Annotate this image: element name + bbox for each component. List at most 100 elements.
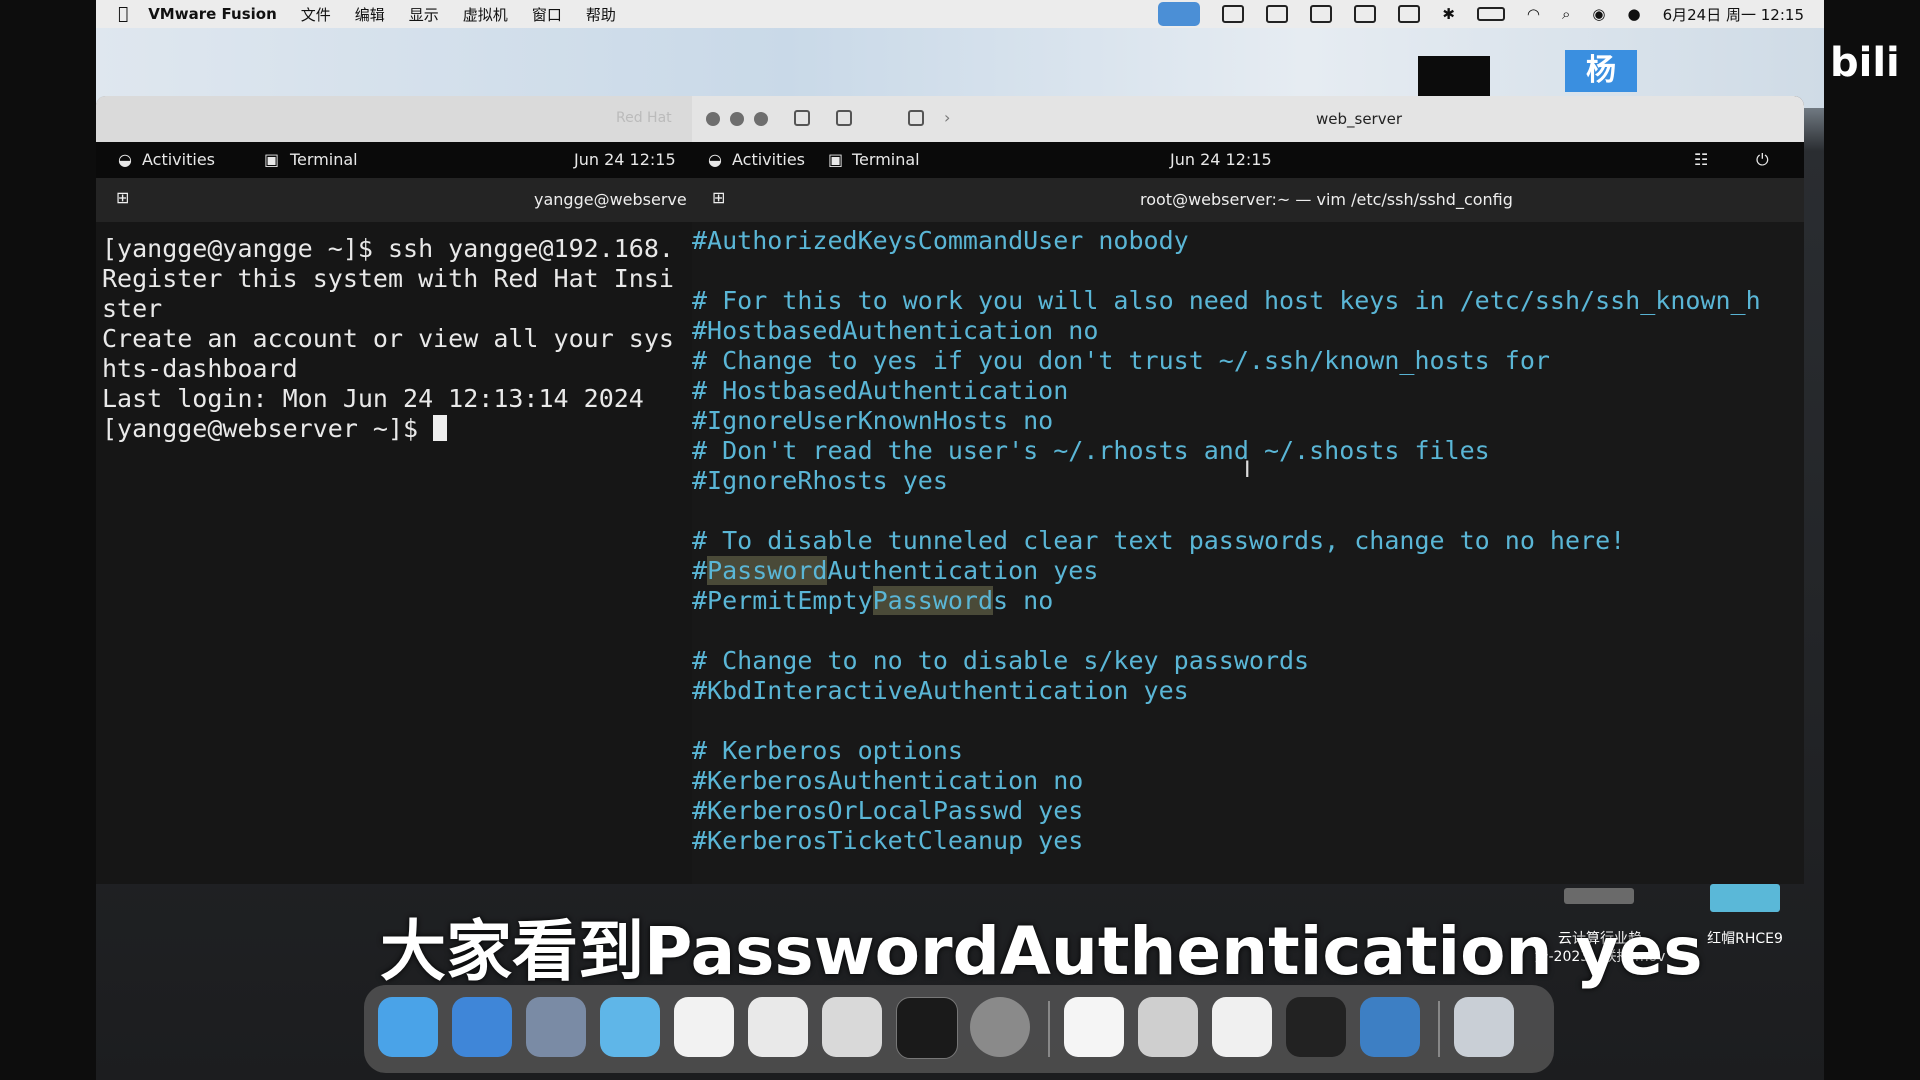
- folder-icon[interactable]: [822, 997, 882, 1057]
- terminal-line: Register this system with Red Hat Insi: [102, 264, 674, 293]
- app-menu[interactable]: VMware Fusion: [148, 5, 277, 23]
- status-area: ✱ ◠ ⌕ ◉ ● 6月24日 周一 12:15: [1158, 0, 1804, 28]
- wps-status-icon[interactable]: [1310, 5, 1333, 23]
- activities-button[interactable]: Activities: [142, 150, 215, 169]
- vim-text: s no: [993, 586, 1054, 615]
- gnome-clock[interactable]: Jun 24 12:15: [1170, 150, 1272, 169]
- terminal-app-label[interactable]: Terminal: [290, 150, 358, 169]
- siri-icon[interactable]: ●: [1628, 5, 1641, 23]
- vmware-status-icon[interactable]: [1266, 5, 1289, 23]
- network-icon[interactable]: ☷: [1694, 150, 1708, 169]
- screenshot-icon[interactable]: [970, 997, 1030, 1057]
- menu-vm[interactable]: 虚拟机: [463, 4, 508, 25]
- launchpad-icon[interactable]: [526, 997, 586, 1057]
- wps-icon[interactable]: [1212, 997, 1272, 1057]
- bluetooth-icon[interactable]: ✱: [1442, 5, 1455, 23]
- menu-view[interactable]: 显示: [409, 4, 439, 25]
- new-tab-icon[interactable]: ⊞: [712, 188, 725, 207]
- menubar-clock[interactable]: 6月24日 周一 12:15: [1663, 4, 1804, 25]
- video-thumbnail[interactable]: [1564, 888, 1634, 904]
- right-gnome-topbar: ◒ Activities ▣ Terminal Jun 24 12:15 ☷ ⏻: [692, 142, 1804, 178]
- vim-editor[interactable]: #AuthorizedKeysCommandUser nobody # For …: [692, 222, 1804, 884]
- vim-line: # HostbasedAuthentication: [692, 376, 1069, 405]
- battery-icon[interactable]: [1476, 7, 1505, 21]
- left-gnome-topbar: ◒ Activities ▣ Terminal Jun 24 12:15: [96, 142, 692, 178]
- letterbox-left: [0, 0, 96, 1080]
- terminal-line: hts-dashboard: [102, 354, 298, 383]
- close-button[interactable]: [706, 112, 720, 126]
- terminal-app-icon: ▣: [264, 150, 280, 169]
- preview-icon[interactable]: [600, 997, 660, 1057]
- terminal-app-icon: ▣: [828, 150, 844, 169]
- terminal-line: Create an account or view all your sys: [102, 324, 674, 353]
- vm-tab-name[interactable]: Red Hat: [616, 110, 672, 126]
- vim-text: #: [692, 556, 708, 585]
- dock-separator: [1438, 1001, 1440, 1057]
- mac-dock: [364, 985, 1554, 1073]
- channel-badge: 杨: [1565, 50, 1637, 92]
- screen-share-icon[interactable]: [1158, 2, 1201, 26]
- left-terminal[interactable]: [yangge@yangge ~]$ ssh yangge@192.168. R…: [96, 222, 692, 884]
- wifi-icon[interactable]: ◠: [1527, 5, 1540, 23]
- minimize-button[interactable]: [730, 112, 744, 126]
- video-subtitle: 大家看到PasswordAuthentication yes: [380, 913, 1703, 990]
- chatbot-icon[interactable]: [1286, 997, 1346, 1057]
- vim-line: #KerberosOrLocalPasswd yes: [692, 796, 1084, 825]
- finder-icon[interactable]: [378, 997, 438, 1057]
- terminal-icon[interactable]: [896, 997, 958, 1059]
- pdf-icon[interactable]: [1138, 997, 1198, 1057]
- pause-icon[interactable]: [794, 110, 810, 126]
- snapshot-icon[interactable]: [836, 110, 852, 126]
- terminal-line: Last login: Mon Jun 24 12:13:14 2024: [102, 384, 644, 413]
- zoom-button[interactable]: [754, 112, 768, 126]
- menu-window[interactable]: 窗口: [532, 4, 562, 25]
- letterbox-right: [1824, 0, 1920, 1080]
- trash-icon[interactable]: [1454, 997, 1514, 1057]
- gnome-logo-icon: ◒: [708, 150, 722, 169]
- vim-line: #HostbasedAuthentication no: [692, 316, 1099, 345]
- typora-icon[interactable]: [1064, 997, 1124, 1057]
- activities-button[interactable]: Activities: [732, 150, 805, 169]
- menu-help[interactable]: 帮助: [586, 4, 616, 25]
- menu-file[interactable]: 文件: [301, 4, 331, 25]
- vm-titlebar-left: [96, 96, 692, 142]
- right-terminal-header: ⊞ root@webserver:~ — vim /etc/ssh/sshd_c…: [692, 178, 1804, 222]
- search-icon[interactable]: ⌕: [1562, 5, 1570, 23]
- vim-text: #PermitEmpty: [692, 586, 873, 615]
- vm-window-title: web_server: [1316, 110, 1403, 128]
- input-method-icon[interactable]: [1398, 5, 1421, 23]
- terminal-prompt: [yangge@webserver ~]$: [102, 414, 448, 443]
- dock-separator: [1048, 1001, 1050, 1057]
- camera-icon[interactable]: [1222, 5, 1245, 23]
- vim-text: Authentication yes: [827, 556, 1099, 585]
- gnome-clock[interactable]: Jun 24 12:15: [574, 150, 676, 169]
- terminal-line: [yangge@yangge ~]$ ssh yangge@192.168.: [102, 234, 674, 263]
- sync-icon[interactable]: [1354, 5, 1377, 23]
- menu-edit[interactable]: 编辑: [355, 4, 385, 25]
- vim-line: # Kerberos options: [692, 736, 963, 765]
- terminal-app-label[interactable]: Terminal: [852, 150, 920, 169]
- pen-icon[interactable]: [674, 997, 734, 1057]
- vm-window: Red Hat › web_server ◒ Activities ▣ Term…: [96, 96, 1804, 884]
- text-cursor-ibeam-icon: I: [1244, 458, 1251, 483]
- wrench-icon[interactable]: [908, 110, 924, 126]
- apple-icon[interactable]: : [118, 4, 128, 24]
- control-center-icon[interactable]: ◉: [1592, 5, 1605, 23]
- watermark-logo: bili: [1830, 40, 1900, 86]
- safari-icon[interactable]: [452, 997, 512, 1057]
- vmware-icon[interactable]: [1360, 997, 1420, 1057]
- new-tab-icon[interactable]: ⊞: [116, 188, 129, 207]
- terminal-line: ster: [102, 294, 163, 323]
- chevron-right-icon[interactable]: ›: [944, 108, 950, 127]
- vim-line: #IgnoreRhosts yes: [692, 466, 948, 495]
- vim-line: # Don't read the user's ~/.rhosts and ~/…: [692, 436, 1490, 465]
- freeform-icon[interactable]: [748, 997, 808, 1057]
- right-terminal-title: root@webserver:~ — vim /etc/ssh/sshd_con…: [1140, 190, 1513, 209]
- vim-line: #IgnoreUserKnownHosts no: [692, 406, 1054, 435]
- vim-line-password-auth: #PasswordAuthentication yes: [692, 556, 1098, 585]
- folder-thumbnail[interactable]: [1710, 884, 1780, 912]
- file-label: 红帽RHCE9: [1707, 931, 1783, 947]
- vim-line: #KbdInteractiveAuthentication yes: [692, 676, 1189, 705]
- vim-line: # Change to yes if you don't trust ~/.ss…: [692, 346, 1550, 375]
- power-icon[interactable]: ⏻: [1756, 150, 1769, 170]
